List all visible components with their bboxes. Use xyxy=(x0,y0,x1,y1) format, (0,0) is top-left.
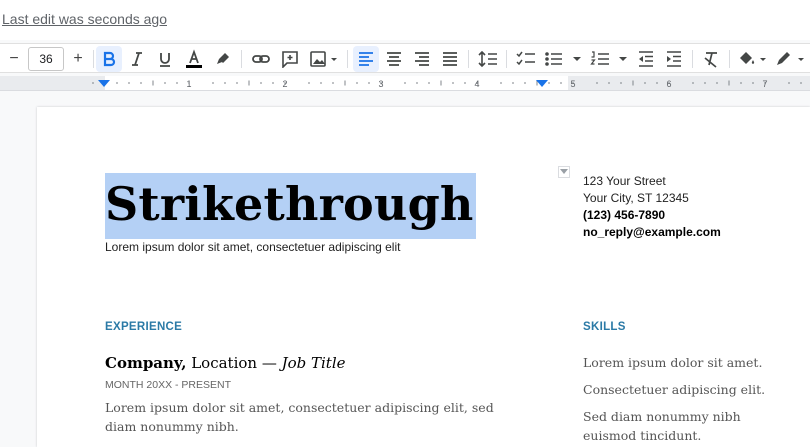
ruler-number: 7 xyxy=(762,79,767,89)
skill-item[interactable]: Consectetuer adipiscing elit. xyxy=(583,380,783,399)
comment-add-icon xyxy=(282,51,298,68)
toolbar-divider xyxy=(506,50,507,68)
text-color-icon xyxy=(186,49,202,68)
ruler-number: 4 xyxy=(474,79,479,89)
increase-font-size-button[interactable]: + xyxy=(67,46,89,72)
skill-item[interactable]: Lorem ipsum dolor sit amet. xyxy=(583,353,783,372)
numbered-list-icon xyxy=(590,51,627,65)
skills-heading: SKILLS xyxy=(583,321,626,333)
document-subtitle[interactable]: Lorem ipsum dolor sit amet, consectetuer… xyxy=(105,240,400,254)
pen-icon xyxy=(777,52,804,65)
table-cell-menu-button[interactable] xyxy=(558,166,570,178)
font-size-input[interactable]: 36 xyxy=(28,47,64,71)
checklist-icon xyxy=(516,51,535,66)
clear-formatting-icon xyxy=(704,52,717,68)
align-center-icon xyxy=(387,52,401,66)
increase-indent-icon xyxy=(667,51,681,67)
ruler-number: 6 xyxy=(666,79,671,89)
paint-bucket-icon xyxy=(740,52,766,64)
decrease-font-size-button[interactable]: − xyxy=(3,46,25,72)
plus-icon: + xyxy=(73,50,83,67)
ruler-scale: 1 2 3 4 5 6 7 xyxy=(92,79,802,89)
align-justify-icon xyxy=(443,52,457,66)
toolbar-divider xyxy=(347,50,348,68)
document-header: Last edit was seconds ago xyxy=(0,0,810,40)
bulleted-list-icon xyxy=(545,52,581,66)
underline-button[interactable] xyxy=(152,46,178,72)
align-center-button[interactable] xyxy=(381,46,407,72)
document-title[interactable]: Strikethrough xyxy=(105,173,474,235)
job-title: Job Title xyxy=(281,354,346,372)
company-location: Location — xyxy=(186,354,282,372)
underline-icon xyxy=(160,53,170,67)
contact-block[interactable]: 123 Your Street Your City, ST 12345 (123… xyxy=(583,173,721,241)
toolbar-divider xyxy=(241,50,242,68)
left-indent-marker-icon[interactable] xyxy=(98,80,110,88)
numbered-list-button[interactable] xyxy=(588,46,630,72)
align-left-icon xyxy=(359,52,373,66)
border-color-dropdown[interactable] xyxy=(772,46,808,72)
company-name: Company, xyxy=(105,354,187,372)
insert-link-button[interactable] xyxy=(248,46,274,72)
toolbar-divider xyxy=(692,50,693,68)
align-left-button[interactable] xyxy=(353,46,379,72)
highlighter-icon xyxy=(217,53,229,64)
ruler-number: 2 xyxy=(282,79,287,89)
align-right-icon xyxy=(415,52,429,66)
right-indent-marker-icon[interactable] xyxy=(536,80,548,88)
formatting-toolbar: − 36 + xyxy=(0,43,810,73)
line-spacing-button[interactable] xyxy=(474,46,502,72)
ruler-number: 5 xyxy=(570,79,575,89)
italic-icon xyxy=(132,52,142,66)
bulleted-list-button[interactable] xyxy=(542,46,584,72)
decrease-indent-button[interactable] xyxy=(633,46,659,72)
contact-phone: (123) 456-7890 xyxy=(583,208,666,222)
toolbar-divider xyxy=(468,50,469,68)
title-selection[interactable]: Strikethrough xyxy=(105,173,476,239)
align-justify-button[interactable] xyxy=(437,46,463,72)
ruler-number: 3 xyxy=(378,79,383,89)
decrease-indent-icon xyxy=(639,51,653,67)
horizontal-ruler[interactable]: 1 2 3 4 5 6 7 xyxy=(0,76,810,91)
increase-indent-button[interactable] xyxy=(661,46,687,72)
insert-image-button[interactable] xyxy=(305,46,343,72)
highlight-color-button[interactable] xyxy=(210,46,236,72)
bold-button[interactable] xyxy=(96,46,122,72)
ruler-number: 1 xyxy=(186,79,191,89)
highlight-color-dropdown[interactable] xyxy=(734,46,770,72)
contact-email: no_reply@example.com xyxy=(583,225,721,239)
contact-city: Your City, ST 12345 xyxy=(583,191,689,205)
toolbar-divider xyxy=(729,50,730,68)
clear-formatting-button[interactable] xyxy=(698,46,724,72)
company-line[interactable]: Company, Location — Job Title xyxy=(105,354,346,372)
job-dates: MONTH 20XX - PRESENT xyxy=(105,379,232,391)
last-edit-link[interactable]: Last edit was seconds ago xyxy=(2,11,167,27)
line-spacing-icon xyxy=(478,50,497,68)
checklist-button[interactable] xyxy=(512,46,540,72)
experience-heading: EXPERIENCE xyxy=(105,321,183,333)
bold-icon xyxy=(103,51,116,67)
contact-street: 123 Your Street xyxy=(583,174,666,188)
italic-button[interactable] xyxy=(124,46,150,72)
skill-item[interactable]: Sed diam nonummy nibh euismod tincidunt. xyxy=(583,407,783,445)
chevron-down-icon xyxy=(560,169,568,174)
minus-icon: − xyxy=(9,50,19,67)
job-description[interactable]: Lorem ipsum dolor sit amet, consectetuer… xyxy=(105,398,515,436)
toolbar-divider xyxy=(93,50,94,68)
link-icon xyxy=(252,55,270,63)
align-right-button[interactable] xyxy=(409,46,435,72)
add-comment-button[interactable] xyxy=(277,46,303,72)
image-icon xyxy=(310,51,337,67)
text-color-button[interactable] xyxy=(180,46,208,72)
